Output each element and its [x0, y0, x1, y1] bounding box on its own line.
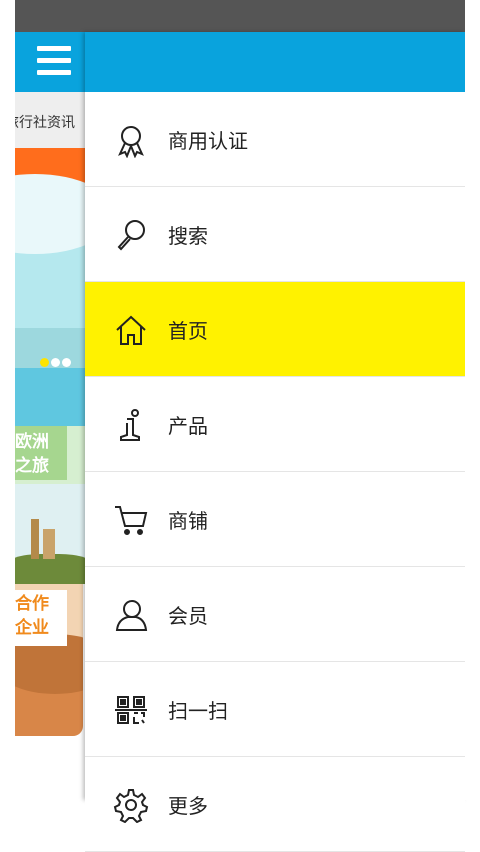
- menu-label: 产品: [168, 414, 208, 438]
- menu-item-products[interactable]: 产品: [85, 377, 465, 472]
- status-bar: [15, 0, 465, 32]
- navigation-drawer: 商用认证 搜索 首页 产品 商铺 会员 扫一扫 更多: [85, 32, 465, 852]
- cart-icon: [115, 506, 148, 535]
- tile-europe-tour[interactable]: 欧洲之旅: [15, 426, 85, 484]
- news-bar[interactable]: 旅行社资讯: [15, 92, 85, 148]
- menu-label: 搜索: [168, 224, 208, 248]
- user-icon: [115, 600, 148, 631]
- menu-item-shops[interactable]: 商铺: [85, 472, 465, 567]
- menu-label: 扫一扫: [168, 699, 228, 723]
- tile-partner-label: 合作企业: [15, 594, 49, 638]
- home-icon: [116, 315, 146, 345]
- drawer-menu: 商用认证 搜索 首页 产品 商铺 会员 扫一扫 更多: [85, 92, 465, 852]
- menu-item-more[interactable]: 更多: [85, 757, 465, 852]
- menu-icon[interactable]: [37, 46, 71, 78]
- news-label: 旅行社资讯: [15, 115, 75, 131]
- qr-scan-icon: [115, 696, 147, 724]
- carousel-dot: [40, 358, 49, 367]
- menu-item-members[interactable]: 会员: [85, 567, 465, 662]
- gear-icon: [113, 789, 149, 823]
- tile-partner-companies[interactable]: 合作企业: [15, 584, 83, 736]
- menu-item-certification[interactable]: 商用认证: [85, 92, 465, 187]
- search-icon: [117, 220, 145, 251]
- background-page[interactable]: 旅行社资讯 欧洲之旅 合作企业: [15, 32, 85, 800]
- info-icon: [120, 409, 140, 441]
- screen-edge-right: [465, 0, 480, 800]
- award-icon: [118, 126, 144, 158]
- tile-europe-label: 欧洲之旅: [15, 432, 49, 476]
- menu-label: 商用认证: [168, 129, 248, 153]
- drawer-header: [85, 32, 465, 92]
- page-header: [15, 32, 85, 92]
- menu-label: 商铺: [168, 509, 208, 533]
- menu-label: 更多: [168, 794, 208, 818]
- carousel-dot: [62, 358, 71, 367]
- category-strip: [15, 368, 85, 426]
- screen-edge-left: [0, 0, 15, 800]
- carousel-dot: [51, 358, 60, 367]
- tile-castle-image[interactable]: [15, 484, 85, 584]
- menu-item-search[interactable]: 搜索: [85, 187, 465, 282]
- banner-carousel[interactable]: [15, 148, 85, 368]
- menu-label: 首页: [168, 319, 208, 343]
- menu-item-scan[interactable]: 扫一扫: [85, 662, 465, 757]
- menu-label: 会员: [168, 604, 208, 628]
- menu-item-home[interactable]: 首页: [85, 282, 465, 377]
